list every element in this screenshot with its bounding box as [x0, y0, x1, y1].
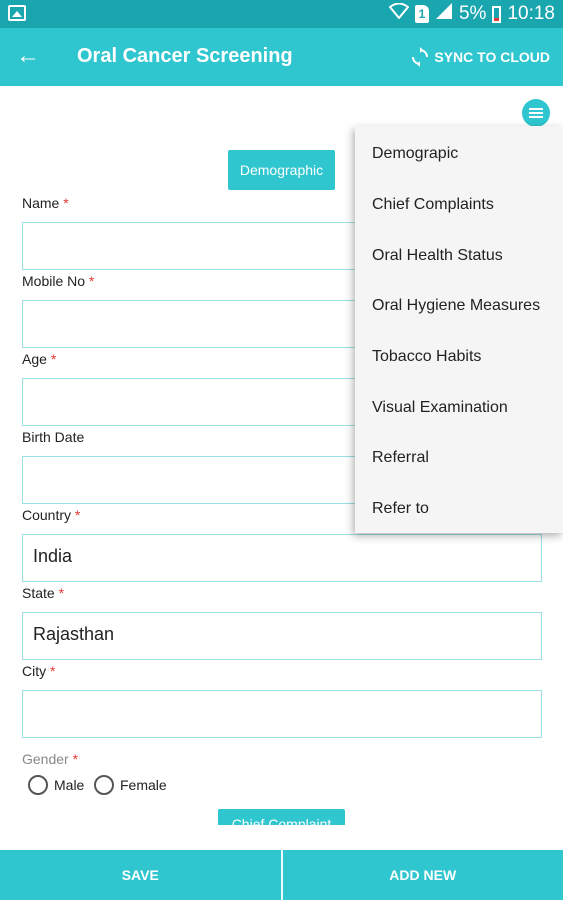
sim-icon: 1 [414, 5, 429, 23]
chief-complaint-section-button[interactable]: Chief Complaint [218, 809, 345, 825]
menu-item-oral-hygiene-measures[interactable]: Oral Hygiene Measures [355, 281, 563, 332]
gender-female-radio[interactable]: Female [94, 775, 167, 795]
gender-label: Gender * [22, 751, 79, 767]
add-new-button[interactable]: ADD NEW [283, 850, 563, 900]
age-label: Age * [22, 351, 57, 367]
clock: 10:18 [507, 3, 555, 24]
section-dropdown-menu: Demograpic Chief Complaints Oral Health … [355, 126, 563, 533]
battery-percent: 5% [458, 3, 487, 24]
battery-icon [492, 5, 502, 23]
menu-item-oral-health-status[interactable]: Oral Health Status [355, 230, 563, 281]
demographic-section-button[interactable]: Demographic [228, 150, 335, 190]
city-label: City * [22, 663, 56, 679]
sync-label: SYNC TO CLOUD [434, 49, 550, 65]
city-field[interactable] [22, 690, 542, 738]
menu-item-visual-examination[interactable]: Visual Examination [355, 382, 563, 433]
sync-icon [412, 47, 429, 67]
name-label: Name * [22, 195, 69, 211]
menu-item-demographic[interactable]: Demograpic [355, 129, 563, 180]
save-button[interactable]: SAVE [0, 850, 281, 900]
app-bar: ← Oral Cancer Screening SYNC TO CLOUD [0, 28, 563, 86]
status-bar: 1 5% 10:18 [0, 0, 563, 28]
back-arrow-icon[interactable]: ← [14, 42, 42, 70]
radio-circle-icon [94, 775, 114, 795]
status-icons: 1 5% 10:18 [388, 2, 555, 26]
birth-date-label: Birth Date [22, 429, 85, 445]
state-label: State * [22, 585, 65, 601]
gender-male-radio[interactable]: Male [28, 775, 84, 795]
menu-item-refer-to[interactable]: Refer to [355, 484, 563, 535]
signal-icon [435, 2, 453, 26]
menu-item-chief-complaints[interactable]: Chief Complaints [355, 180, 563, 231]
gallery-icon [8, 5, 26, 21]
country-label: Country * [22, 507, 81, 523]
menu-item-referral[interactable]: Referral [355, 433, 563, 484]
state-field[interactable]: Rajasthan [22, 612, 542, 660]
country-field[interactable]: India [22, 534, 542, 582]
bottom-action-bar: SAVE ADD NEW [0, 850, 563, 900]
sync-to-cloud-button[interactable]: SYNC TO CLOUD [410, 47, 550, 67]
radio-circle-icon [28, 775, 48, 795]
menu-icon [529, 108, 543, 110]
page-title: Oral Cancer Screening [77, 45, 293, 67]
wifi-icon [388, 2, 410, 25]
section-menu-button[interactable] [522, 99, 550, 127]
mobile-label: Mobile No * [22, 273, 95, 289]
menu-item-tobacco-habits[interactable]: Tobacco Habits [355, 332, 563, 383]
divider [280, 850, 283, 900]
